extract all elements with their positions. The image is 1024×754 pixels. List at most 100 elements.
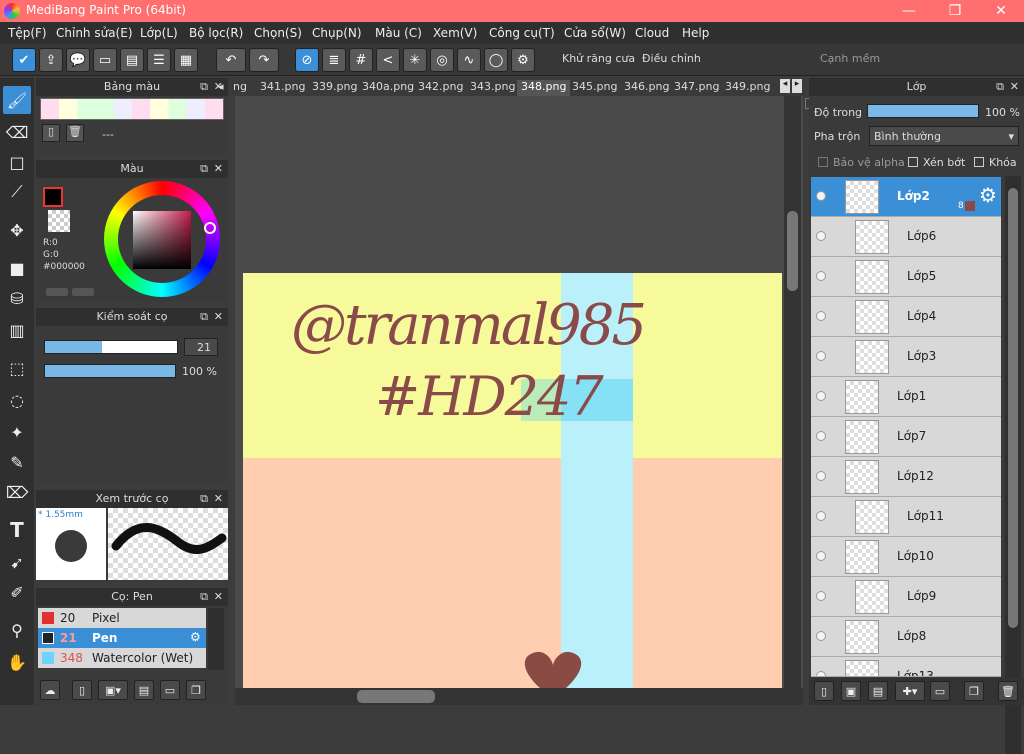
layer-item[interactable]: Lớp1 [811,377,1001,417]
alpha-protect-checkbox[interactable] [818,157,828,167]
brush-list-scrollbar[interactable] [208,608,224,670]
gear-icon[interactable]: ⚙ [979,183,997,207]
tab[interactable]: 340a.png [358,80,418,96]
move-tool-icon[interactable]: ✥ [3,216,31,244]
layer-scroll-thumb[interactable] [1008,188,1018,628]
menu-color[interactable]: Màu (C) [375,26,422,40]
eye-icon[interactable] [816,471,826,481]
tab[interactable]: 349.png [721,80,774,96]
layer-item[interactable]: Lớp4 [811,297,1001,337]
layer-item[interactable]: Lớp11 [811,497,1001,537]
new-1bit-layer-icon[interactable]: ▤ [868,681,888,701]
eye-icon[interactable] [816,191,826,201]
menu-cloud[interactable]: Cloud [635,26,669,40]
magic-wand-tool-icon[interactable]: ✦ [3,418,31,446]
eye-icon[interactable] [816,311,826,321]
layer-item[interactable]: Lớp6 [811,217,1001,257]
eyedropper-tool-icon[interactable]: ⚲ [3,616,31,644]
select-tool-icon[interactable]: ⬚ [3,354,31,382]
snap-circle-icon[interactable]: ◎ [430,48,454,72]
close-icon[interactable]: ✕ [214,308,223,326]
brush-item[interactable]: 348 Watercolor (Wet) [38,648,206,668]
snap-ellipse-icon[interactable]: ◯ [484,48,508,72]
layer-item[interactable]: Lớp12 [811,457,1001,497]
trash-icon[interactable]: 🗑 [66,124,84,142]
tab[interactable]: 347.png [670,80,723,96]
new-halftone-layer-icon[interactable]: ▣ [841,681,861,701]
line-tool-icon[interactable]: ⟋ [3,178,31,206]
text-tool-icon[interactable]: T [3,516,31,544]
operation-tool-icon[interactable]: ➹ [3,548,31,576]
eye-icon[interactable] [816,271,826,281]
menu-help[interactable]: Help [682,26,709,40]
menu-view[interactable]: Xem(V) [433,26,477,40]
eye-icon[interactable] [816,551,826,561]
canvas-area[interactable]: @tranmal985 #HD247 [235,96,803,688]
tab-scroll-right-button[interactable]: ▸ [792,79,802,93]
close-icon[interactable]: ✕ [1010,78,1019,96]
export-icon[interactable]: ⇪ [39,48,63,72]
layer-item-selected[interactable]: Lớp2 8 ⚙ [811,177,1001,217]
checklist-icon[interactable]: ▦ [174,48,198,72]
menu-layer[interactable]: Lớp(L) [140,26,178,40]
palette-swatches[interactable] [40,98,224,120]
blend-mode-select[interactable]: Bình thường ▾ [869,126,1019,146]
lock-checkbox[interactable] [974,157,984,167]
color-mode-button-2[interactable] [72,288,94,296]
snap-settings-icon[interactable]: ⚙ [511,48,535,72]
snap-curve-icon[interactable]: ∿ [457,48,481,72]
brush-size-slider[interactable] [44,340,178,354]
eye-icon[interactable] [816,351,826,361]
layer-item[interactable]: Lớp10 [811,537,1001,577]
layer-list-scrollbar[interactable] [1005,176,1021,754]
cloud-download-icon[interactable]: ☁ [40,680,60,700]
layer-item[interactable]: Lớp9 [811,577,1001,617]
select-pen-tool-icon[interactable]: ✎ [3,448,31,476]
layer-item[interactable]: Lớp3 [811,337,1001,377]
brush-size-value[interactable]: 21 [184,338,218,356]
menu-snap[interactable]: Chụp(N) [312,26,362,40]
eye-icon[interactable] [816,511,826,521]
background-color[interactable] [48,210,70,232]
tab[interactable]: 343.png [466,80,519,96]
check-icon[interactable]: ✔ [12,48,36,72]
brush-tool-icon[interactable]: 🖌 [3,86,31,114]
eye-icon[interactable] [816,591,826,601]
eye-icon[interactable] [816,391,826,401]
minimize-button[interactable]: — [886,0,932,22]
popout-icon[interactable]: ⧉ [200,160,208,178]
artwork-canvas[interactable]: @tranmal985 #HD247 [243,273,782,688]
layer-item[interactable]: Lớp5 [811,257,1001,297]
tab-active[interactable]: 348.png [517,80,571,96]
saturation-box[interactable] [133,211,191,269]
folder-icon[interactable]: ▭ [160,680,180,700]
duplicate-layer-icon[interactable]: ❐ [964,681,984,701]
undo-icon[interactable]: ↶ [216,48,246,72]
tab-scroll-left-button[interactable]: ◂ [780,79,790,93]
horizontal-scrollbar[interactable] [235,688,803,705]
eye-icon[interactable] [816,631,826,641]
popout-icon[interactable]: ⧉ [200,308,208,326]
foreground-color[interactable] [43,187,63,207]
lasso-tool-icon[interactable]: ◌ [3,386,31,414]
document-icon[interactable]: ▤ [120,48,144,72]
gear-icon[interactable]: ⚙ [190,630,201,644]
snap-perspective-icon[interactable]: < [376,48,400,72]
new-palette-icon[interactable]: ▯ [42,124,60,142]
tab[interactable]: 339.png [308,80,361,96]
tab[interactable]: ng [229,80,251,96]
menu-filter[interactable]: Bộ lọc(R) [189,26,243,40]
dot-tool-icon[interactable]: □ [3,148,31,176]
menu-edit[interactable]: Chỉnh sửa(E) [56,26,133,40]
popout-icon[interactable]: ⧉ [200,490,208,508]
brush-settings-icon[interactable]: ▤ [134,680,154,700]
popout-icon[interactable]: ⧉ [200,588,208,606]
vertical-scrollbar[interactable] [784,96,801,688]
close-icon[interactable]: ✕ [214,160,223,178]
popout-icon[interactable]: ⧉ [200,78,208,96]
bucket-tool-icon[interactable]: ⛁ [3,284,31,312]
layer-item[interactable]: Lớp7 [811,417,1001,457]
select-eraser-tool-icon[interactable]: ⌦ [3,478,31,506]
eye-icon[interactable] [816,431,826,441]
tab[interactable]: 342.png [414,80,467,96]
